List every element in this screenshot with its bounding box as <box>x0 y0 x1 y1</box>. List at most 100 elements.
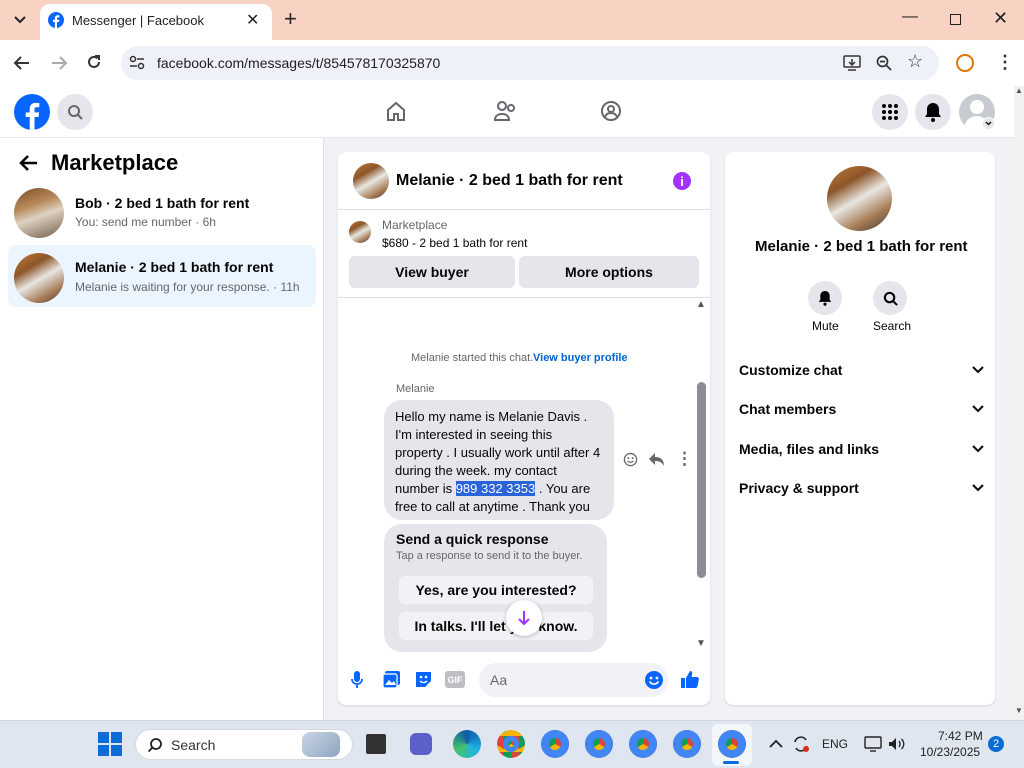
profile-icon[interactable] <box>956 54 974 72</box>
sync-icon[interactable] <box>792 735 810 753</box>
conversation-item-bob[interactable]: Bob · 2 bed 1 bath for rent You: send me… <box>8 182 316 244</box>
view-buyer-button[interactable]: View buyer <box>349 256 515 288</box>
browser-menu-icon[interactable]: ⋮ <box>996 52 1014 73</box>
divider <box>338 209 710 210</box>
chevron-down-icon <box>14 16 26 24</box>
scroll-down-arrow[interactable]: ▼ <box>696 638 706 649</box>
notifications-button[interactable] <box>915 94 951 130</box>
media-files-links-section[interactable]: Media, files and links <box>739 441 984 457</box>
bell-icon <box>925 103 941 122</box>
microphone-icon[interactable] <box>350 670 364 690</box>
scroll-to-bottom-button[interactable] <box>506 600 542 636</box>
chrome-icon-active[interactable] <box>718 730 746 758</box>
listing-thumbnail <box>14 253 64 303</box>
chat-title[interactable]: Melanie · 2 bed 1 bath for rent <box>396 172 623 190</box>
back-arrow-icon[interactable] <box>13 55 31 71</box>
more-options-button[interactable]: More options <box>519 256 699 288</box>
search-icon <box>68 105 83 120</box>
quick-response-option[interactable]: Yes, are you interested? <box>399 576 593 604</box>
teams-icon[interactable] <box>410 733 432 755</box>
mute-button[interactable] <box>808 281 842 315</box>
chrome-icon[interactable] <box>497 730 525 758</box>
customize-chat-section[interactable]: Customize chat <box>739 362 984 378</box>
emoji-icon[interactable] <box>644 670 664 690</box>
mute-label: Mute <box>812 319 839 333</box>
chrome-icon[interactable] <box>673 730 701 758</box>
chat-scrollbar-thumb[interactable] <box>697 382 706 578</box>
chat-avatar[interactable] <box>353 163 389 199</box>
chat-started-text: Melanie started this chat. <box>411 352 534 364</box>
listing-thumbnail <box>14 188 64 238</box>
windows-start-icon[interactable] <box>98 732 122 756</box>
close-window-icon[interactable]: ✕ <box>993 8 1008 29</box>
zoom-icon[interactable] <box>876 55 892 71</box>
search-label: Search <box>873 319 912 333</box>
clock-time[interactable]: 7:42 PM <box>938 729 983 743</box>
facebook-search-button[interactable] <box>57 94 93 130</box>
conversation-preview: Melanie is waiting for your response. · … <box>75 280 300 294</box>
listing-price[interactable]: $680 - 2 bed 1 bath for rent <box>382 236 527 250</box>
chat-members-section[interactable]: Chat members <box>739 401 984 417</box>
facebook-logo-icon[interactable] <box>14 94 50 130</box>
language-indicator[interactable]: ENG <box>822 737 848 751</box>
message-input[interactable]: Aa <box>479 663 668 697</box>
conversation-item-melanie[interactable]: Melanie · 2 bed 1 bath for rent Melanie … <box>8 245 316 307</box>
quick-response-subtitle: Tap a response to send it to the buyer. <box>396 550 583 562</box>
grid-menu-icon <box>882 104 898 120</box>
reply-icon[interactable] <box>648 452 665 467</box>
react-emoji-icon[interactable] <box>623 452 638 467</box>
quick-response-option[interactable]: In talks. I'll let you know. <box>399 612 593 640</box>
view-buyer-profile-link[interactable]: View buyer profile <box>533 352 628 364</box>
clock-date[interactable]: 10/23/2025 <box>920 745 980 759</box>
new-tab-icon[interactable]: + <box>284 6 297 32</box>
search-in-chat-button[interactable] <box>873 281 907 315</box>
gif-icon[interactable]: GIF <box>445 671 465 688</box>
listing-source: Marketplace <box>382 218 448 232</box>
more-actions-icon[interactable]: ⋮ <box>676 449 693 469</box>
minimize-icon[interactable]: — <box>902 8 918 26</box>
back-arrow-icon[interactable] <box>19 154 39 172</box>
url-text: facebook.com/messages/t/854578170325870 <box>157 55 441 71</box>
install-app-icon[interactable] <box>843 55 861 71</box>
groups-icon[interactable] <box>600 100 622 122</box>
chevron-up-icon[interactable] <box>769 739 783 748</box>
reload-icon[interactable] <box>86 54 102 70</box>
site-info-icon[interactable] <box>129 55 145 71</box>
privacy-support-section[interactable]: Privacy & support <box>739 480 984 496</box>
network-icon[interactable] <box>864 736 882 752</box>
active-indicator <box>723 761 739 764</box>
address-bar[interactable]: facebook.com/messages/t/854578170325870 … <box>121 46 939 80</box>
friends-icon[interactable] <box>493 100 517 122</box>
marketplace-title: Marketplace <box>51 150 179 175</box>
sticker-icon[interactable] <box>414 670 433 689</box>
edge-icon[interactable] <box>453 730 481 758</box>
tab-search-button[interactable] <box>8 8 32 32</box>
thumbs-up-icon[interactable] <box>680 669 700 689</box>
chrome-icon[interactable] <box>629 730 657 758</box>
browser-tab[interactable]: Messenger | Facebook ✕ <box>40 4 272 40</box>
taskbar-search[interactable]: Search <box>135 729 353 760</box>
scroll-up-arrow[interactable]: ▲ <box>696 299 706 310</box>
home-icon[interactable] <box>385 100 407 122</box>
sender-name: Melanie <box>396 383 435 395</box>
maximize-icon[interactable] <box>950 14 961 25</box>
chrome-icon[interactable] <box>541 730 569 758</box>
photo-icon[interactable] <box>382 670 401 689</box>
profile-photo[interactable] <box>827 166 892 231</box>
bookmark-star-icon[interactable]: ☆ <box>907 51 923 72</box>
volume-icon[interactable] <box>887 736 905 752</box>
message-bubble[interactable]: Hello my name is Melanie Davis . I'm int… <box>384 400 614 520</box>
close-tab-icon[interactable]: ✕ <box>246 10 259 30</box>
chrome-icon[interactable] <box>585 730 613 758</box>
search-icon <box>147 738 162 753</box>
forward-arrow-icon[interactable] <box>50 55 68 71</box>
page-scrollbar[interactable]: ▲ ▼ <box>1014 86 1024 720</box>
notification-badge[interactable]: 2 <box>988 736 1004 752</box>
account-chevron-icon[interactable] <box>982 117 995 130</box>
info-icon[interactable]: i <box>673 172 691 190</box>
quick-response-title: Send a quick response <box>396 531 549 547</box>
task-view-icon[interactable] <box>366 734 386 754</box>
section-label: Chat members <box>739 401 837 417</box>
menu-button[interactable] <box>872 94 908 130</box>
divider <box>338 297 710 298</box>
